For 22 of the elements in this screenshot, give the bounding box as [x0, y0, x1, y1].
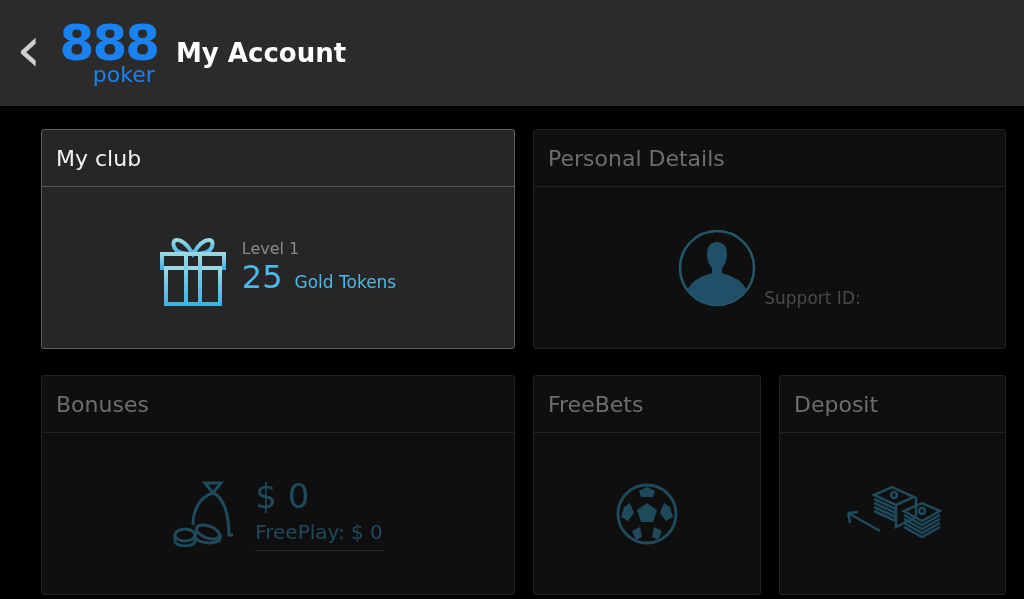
back-button[interactable]: ‹ [12, 17, 46, 89]
account-card[interactable]: FreeBets [533, 375, 761, 595]
logo-word: poker [92, 63, 155, 86]
account-card[interactable]: Deposit [779, 375, 1006, 595]
logo-digits: 888 [59, 20, 158, 66]
card-title: Personal Details [548, 145, 725, 171]
freeplay-amount: FreePlay: $ 0 [255, 520, 383, 551]
token-count: 25 [241, 258, 283, 296]
card-title: My club [56, 145, 142, 171]
bonus-amount: $ 0 [255, 476, 311, 516]
account-card[interactable]: Bonuses $ 0 FreePlay: $ 0 [41, 375, 515, 595]
card-title: Deposit [794, 391, 879, 417]
card-title: FreeBets [548, 391, 644, 417]
account-card[interactable]: Personal Details Support ID: [533, 129, 1006, 349]
level-label: Level 1 [241, 239, 301, 258]
support-id-label: Support ID: [764, 287, 861, 308]
card-title: Bonuses [56, 391, 149, 417]
page-title: My Account [175, 38, 347, 68]
account-card[interactable]: My club Level 1 25 Gold Tokens [41, 129, 515, 349]
user-avatar-icon [678, 228, 757, 307]
token-label: Gold Tokens [294, 272, 397, 292]
soccer-ball-icon [616, 482, 678, 545]
